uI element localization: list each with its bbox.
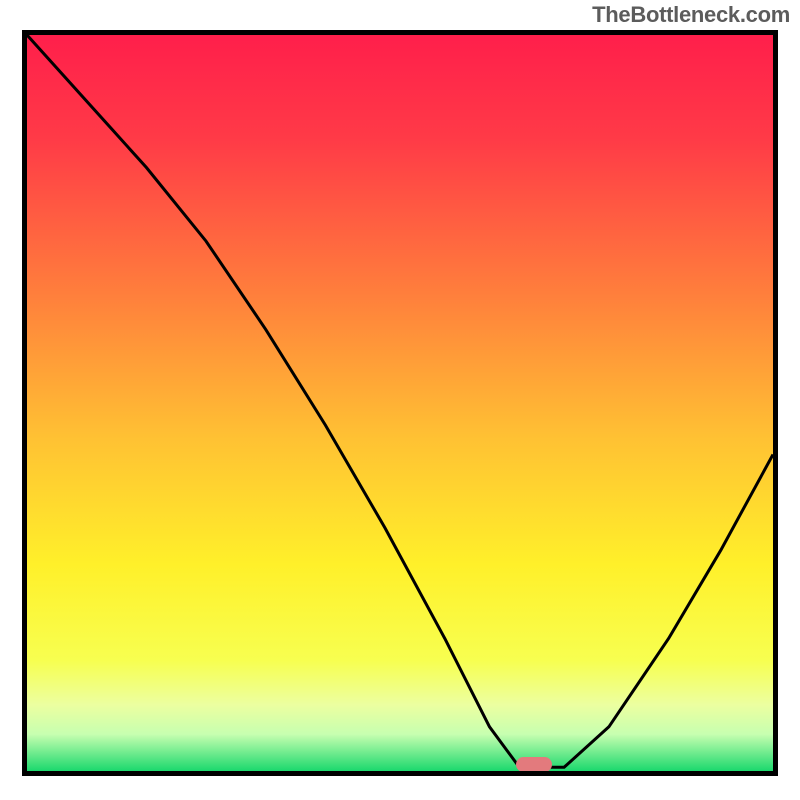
optimal-marker bbox=[516, 757, 552, 772]
bottleneck-curve bbox=[27, 35, 773, 771]
plot-frame bbox=[22, 30, 778, 776]
chart-container: TheBottleneck.com bbox=[0, 0, 800, 800]
watermark-text: TheBottleneck.com bbox=[592, 2, 790, 28]
curve-path bbox=[27, 35, 773, 767]
